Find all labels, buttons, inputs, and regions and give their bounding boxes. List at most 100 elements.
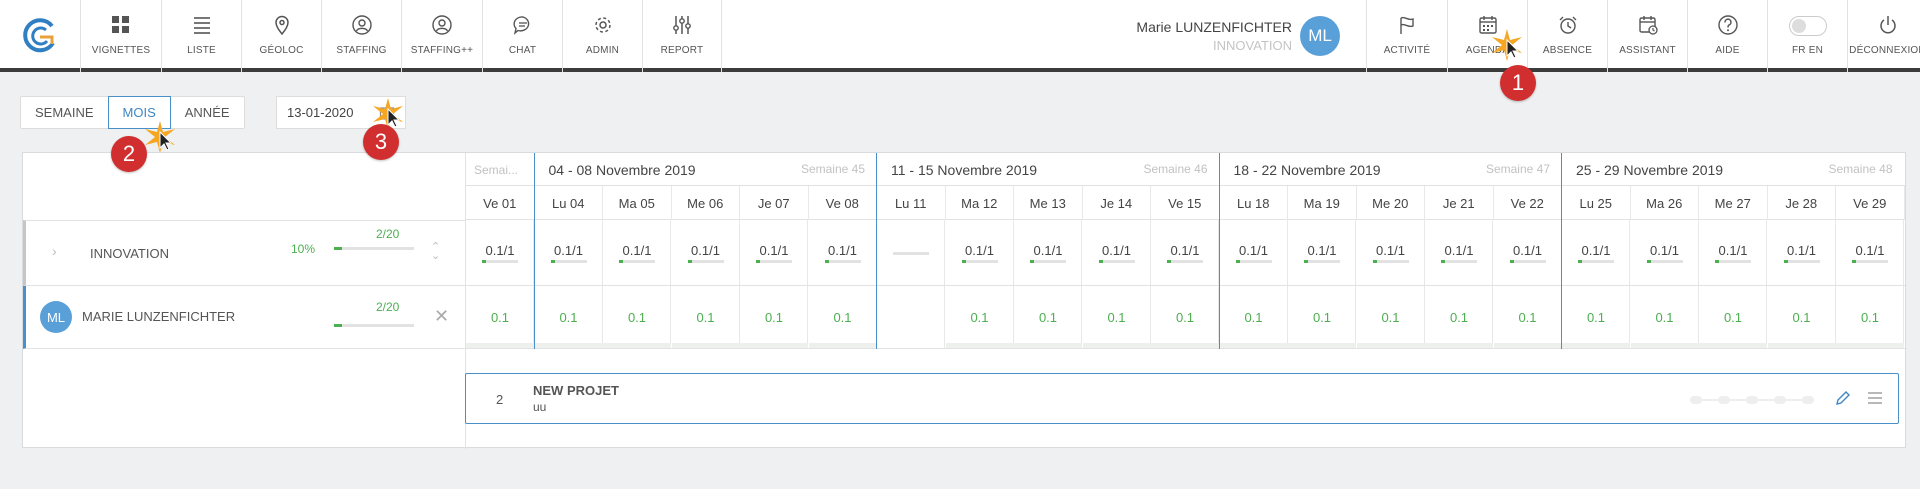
load-ground <box>1767 343 1836 348</box>
team-load-cell[interactable] <box>877 220 945 285</box>
week-separator <box>533 153 535 349</box>
nav-liste[interactable]: LISTE <box>161 0 241 72</box>
team-load-cell[interactable]: 0.1/1 <box>1083 220 1151 285</box>
team-load-cell[interactable]: 0.1/1 <box>1425 220 1493 285</box>
view-week-button[interactable]: SEMAINE <box>21 97 108 128</box>
nav-staffing[interactable]: STAFFING <box>321 0 401 72</box>
load-bar <box>1783 260 1820 263</box>
day-header: Lu 18 <box>1220 186 1288 220</box>
member-load-cell[interactable]: 0.1 <box>1767 286 1836 348</box>
team-load-cell[interactable]: 0.1/1 <box>1288 220 1356 285</box>
team-load-cell[interactable]: 0.1/1 <box>603 220 671 285</box>
member-load-cell[interactable]: 0.1 <box>534 286 603 348</box>
app-logo[interactable] <box>0 0 80 72</box>
member-row[interactable]: ML MARIE LUNZENFICHTER 2/20 ✕ <box>23 286 466 349</box>
member-load-cell[interactable]: 0.1 <box>945 286 1014 348</box>
member-load-cell[interactable]: 0.1 <box>1562 286 1630 348</box>
team-row[interactable]: › INNOVATION 10% 2/20 ⌃ ⌄ <box>23 220 466 286</box>
team-load-cell[interactable]: 0.1/1 <box>809 220 877 285</box>
nav-staffing-plus[interactable]: STAFFING++ <box>401 0 482 72</box>
team-load-cell[interactable]: 0.1/1 <box>1836 220 1904 285</box>
team-load-cell[interactable]: 0.1/1 <box>1014 220 1082 285</box>
nav-geoloc[interactable]: GÉOLOC <box>241 0 321 72</box>
member-load-cell[interactable]: 0.1 <box>1014 286 1082 348</box>
nav-deconnexion[interactable]: DÉCONNEXION <box>1847 0 1920 72</box>
member-load-cell[interactable]: 0.1 <box>808 286 877 348</box>
avatar[interactable]: ML <box>1300 16 1340 56</box>
nav-absence[interactable]: ABSENCE <box>1527 0 1607 72</box>
member-load-cell[interactable]: 0.1 <box>466 286 534 348</box>
member-load-cell[interactable]: 0.1 <box>1356 286 1425 348</box>
week-header: 04 - 08 Novembre 2019 Semaine 45 <box>535 153 878 186</box>
member-load-cell[interactable]: 0.1 <box>1288 286 1356 348</box>
team-load-cell[interactable]: 0.1/1 <box>672 220 740 285</box>
member-load-cell[interactable]: 0.1 <box>1082 286 1151 348</box>
project-card[interactable]: 2 NEW PROJET uu <box>465 373 1899 424</box>
grid-icon <box>112 16 129 33</box>
member-load-cell[interactable]: 0.1 <box>1493 286 1562 348</box>
team-load-cell[interactable]: 0.1/1 <box>946 220 1014 285</box>
team-load-cell[interactable]: 0.1/1 <box>740 220 808 285</box>
team-load-cell[interactable]: 0.1/1 <box>466 220 534 285</box>
language-toggle[interactable]: FR EN <box>1767 0 1847 72</box>
member-load-cell[interactable]: 0.1 <box>1836 286 1904 348</box>
nav-chat[interactable]: CHAT <box>482 0 562 72</box>
nav-assistant[interactable]: ASSISTANT <box>1607 0 1687 72</box>
team-load-cell[interactable]: 0.1/1 <box>1494 220 1562 285</box>
member-load-cell[interactable]: 0.1 <box>740 286 808 348</box>
week-header: 18 - 22 Novembre 2019 Semaine 47 <box>1220 153 1563 186</box>
nav-label: LISTE <box>187 45 216 56</box>
nav-report[interactable]: REPORT <box>642 0 722 72</box>
load-bar <box>1372 260 1409 263</box>
load-value: 0.1/1 <box>485 243 515 258</box>
team-load-cell[interactable]: 0.1/1 <box>1357 220 1425 285</box>
load-value: 0.1 <box>1381 310 1400 325</box>
member-load-cell[interactable]: 0.1 <box>1151 286 1219 348</box>
team-load-row: 0.1/1 0.1/1 0.1/1 0.1/1 0.1/1 0.1/1 0.1/1 0.1/1… <box>466 220 1907 286</box>
toggle-icon[interactable] <box>1788 16 1827 36</box>
load-ground <box>466 343 534 348</box>
nav-activite[interactable]: ACTIVITÉ <box>1366 0 1447 72</box>
gear-icon <box>594 17 611 33</box>
nav-label: ABSENCE <box>1542 45 1593 56</box>
pencil-icon[interactable] <box>1834 389 1852 407</box>
load-bar <box>756 260 792 263</box>
team-load-cell[interactable]: 0.1/1 <box>1220 220 1288 285</box>
team-load-cell[interactable]: 0.1/1 <box>1768 220 1836 285</box>
week-label: 11 - 15 Novembre 2019 <box>891 161 1038 178</box>
member-load-cell[interactable]: 0.1 <box>603 286 671 348</box>
close-icon[interactable]: ✕ <box>434 306 449 327</box>
member-load-cell[interactable] <box>877 286 945 348</box>
team-load-cell[interactable]: 0.1/1 <box>535 220 603 285</box>
click-spark-icon <box>145 121 175 153</box>
chevron-right-icon[interactable]: › <box>52 243 57 259</box>
menu-icon[interactable] <box>1866 389 1884 407</box>
team-load-cell[interactable]: 0.1/1 <box>1151 220 1219 285</box>
member-load-cell[interactable]: 0.1 <box>671 286 740 348</box>
member-load-cell[interactable]: 0.1 <box>1630 286 1699 348</box>
member-load-cell[interactable]: 0.1 <box>1699 286 1767 348</box>
load-value: 0.1 <box>764 310 784 325</box>
nav-aide[interactable]: AIDE <box>1687 0 1767 72</box>
nav-admin[interactable]: ADMIN <box>562 0 642 72</box>
team-load-cell[interactable]: 0.1/1 <box>1631 220 1699 285</box>
view-year-button[interactable]: ANNÉE <box>171 97 244 128</box>
team-load-cell[interactable]: 0.1/1 <box>1562 220 1630 285</box>
sort-updown-icon[interactable]: ⌃ ⌄ <box>431 242 440 262</box>
load-ground <box>1493 343 1562 348</box>
load-bar <box>1509 260 1546 263</box>
annotation-badge: 2 <box>111 136 147 172</box>
sliders-icon <box>673 16 691 34</box>
day-header: Ma 19 <box>1288 186 1357 220</box>
load-ground <box>945 343 1014 348</box>
member-load-cell[interactable]: 0.1 <box>1425 286 1493 348</box>
nav-vignettes[interactable]: VIGNETTES <box>80 0 161 72</box>
top-nav-bar: VIGNETTES LISTE GÉOLOC STAFFING STAFFING… <box>0 0 1920 72</box>
member-load-cell[interactable]: 0.1 <box>1219 286 1288 348</box>
team-load-cell[interactable]: 0.1/1 <box>1699 220 1767 285</box>
team-percent: 10% <box>291 242 316 256</box>
load-value: 0.1/1 <box>828 243 857 258</box>
week-separator <box>876 153 877 349</box>
load-value: 0.1/1 <box>622 243 652 258</box>
user-info[interactable]: Marie LUNZENFICHTER INNOVATION ML <box>1120 0 1360 72</box>
